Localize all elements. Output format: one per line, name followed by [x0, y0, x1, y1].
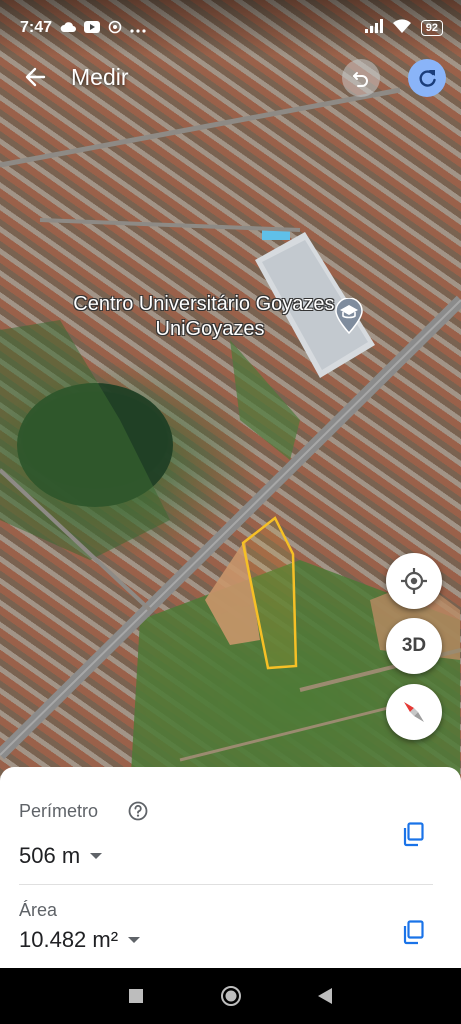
- poi-label[interactable]: Centro Universitário Goyazes - UniGoyaze…: [70, 292, 350, 342]
- copy-area-button[interactable]: [400, 918, 428, 946]
- help-icon[interactable]: [128, 801, 148, 826]
- my-location-button[interactable]: [386, 553, 442, 609]
- sync-icon: [108, 20, 122, 37]
- more-icon: [130, 21, 146, 36]
- chevron-down-icon: [128, 937, 141, 943]
- perimeter-label: Perímetro: [19, 801, 99, 821]
- reset-button[interactable]: [408, 59, 446, 97]
- compass-icon: [404, 702, 424, 722]
- copy-icon: [403, 920, 424, 945]
- battery-icon: 92: [420, 20, 443, 36]
- recents-button[interactable]: [124, 984, 148, 1008]
- perimeter-unit-selector[interactable]: 506 m: [19, 843, 103, 869]
- back-nav-button[interactable]: [313, 984, 337, 1008]
- triangle-back-icon: [318, 988, 332, 1004]
- page-title: Medir: [71, 64, 129, 90]
- area-value: 10.482 m²: [19, 927, 119, 952]
- square-icon: [129, 989, 143, 1003]
- app-bar: Medir: [0, 56, 461, 100]
- measurement-sheet: Perímetro 506 m Área 10.482 m²: [0, 767, 461, 968]
- map-features: [0, 87, 461, 790]
- arrow-back-icon: [25, 67, 46, 87]
- back-button[interactable]: [18, 60, 52, 94]
- status-bar: 7:47 92: [0, 0, 461, 56]
- undo-button[interactable]: [342, 59, 380, 97]
- battery-level: 92: [425, 22, 438, 34]
- home-button[interactable]: [219, 984, 243, 1008]
- satellite-map[interactable]: [0, 0, 461, 790]
- compass-button[interactable]: [386, 684, 442, 740]
- youtube-icon: [84, 20, 101, 36]
- area-label: Área: [19, 900, 58, 920]
- university-pin-icon[interactable]: [334, 297, 364, 339]
- status-time: 7:47: [20, 19, 53, 36]
- wifi-icon: [392, 18, 411, 38]
- crosshair-icon: [401, 568, 427, 594]
- refresh-icon: [419, 70, 436, 87]
- copy-perimeter-button[interactable]: [400, 820, 428, 848]
- toggle-3d-button[interactable]: 3D: [386, 618, 442, 674]
- undo-icon: [353, 72, 368, 87]
- chevron-down-icon: [90, 853, 103, 859]
- perimeter-value: 506 m: [19, 843, 81, 868]
- area-unit-selector[interactable]: 10.482 m²: [19, 927, 141, 953]
- copy-icon: [403, 822, 424, 847]
- cloud-icon: [60, 21, 77, 36]
- signal-icon: [364, 18, 383, 38]
- circle-icon: [221, 986, 241, 1006]
- divider: [19, 884, 433, 885]
- system-nav-bar: [0, 968, 461, 1024]
